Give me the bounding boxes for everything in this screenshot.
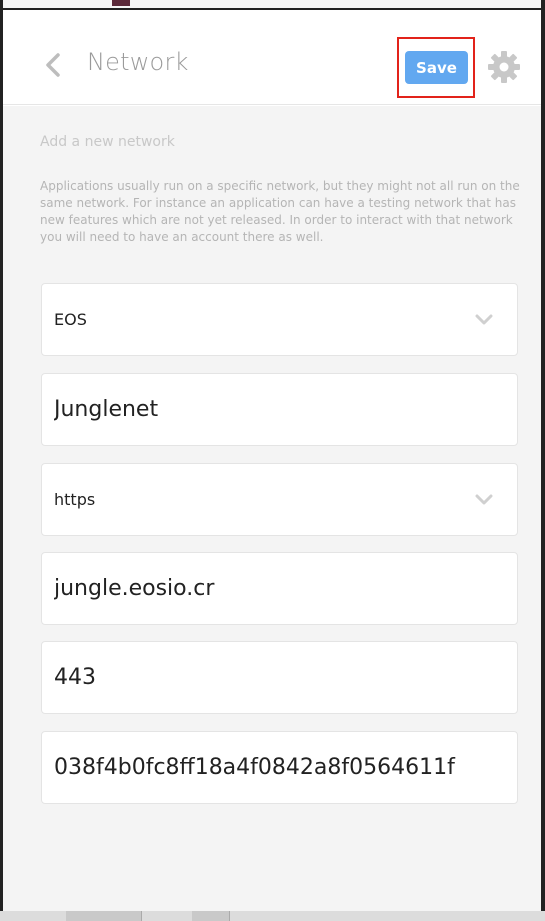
protocol-value: https	[54, 490, 96, 509]
window-frame: Network Save Add a new network Applicati…	[0, 0, 545, 921]
bottom-tab	[192, 911, 230, 921]
port-field[interactable]: 443	[41, 641, 518, 714]
gear-icon[interactable]	[487, 50, 521, 84]
host-value: jungle.eosio.cr	[54, 576, 215, 601]
right-border	[541, 0, 545, 921]
section-title: Add a new network	[40, 134, 175, 150]
port-value: 443	[54, 665, 96, 690]
chevron-down-icon	[475, 494, 493, 505]
network-name-field[interactable]: Junglenet	[41, 373, 518, 446]
blockchain-select[interactable]: EOS	[41, 283, 518, 356]
page-title: Network	[87, 48, 189, 76]
network-name-value: Junglenet	[54, 397, 159, 422]
content-area: Add a new network Applications usually r…	[3, 106, 541, 921]
chain-id-value: 038f4b0fc8ff18a4f0842a8f0564611f	[54, 755, 455, 780]
host-field[interactable]: jungle.eosio.cr	[41, 552, 518, 625]
protocol-select[interactable]: https	[41, 463, 518, 536]
bottom-tab	[66, 911, 142, 921]
top-strip	[0, 0, 545, 10]
blockchain-value: EOS	[54, 310, 87, 329]
chevron-down-icon	[475, 314, 493, 325]
chevron-left-icon[interactable]	[41, 52, 65, 78]
save-button[interactable]: Save	[405, 51, 468, 84]
section-description: Applications usually run on a specific n…	[40, 179, 520, 244]
bottom-strip	[0, 911, 545, 921]
chain-id-field[interactable]: 038f4b0fc8ff18a4f0842a8f0564611f	[41, 731, 518, 804]
top-strip-mark	[112, 0, 130, 6]
